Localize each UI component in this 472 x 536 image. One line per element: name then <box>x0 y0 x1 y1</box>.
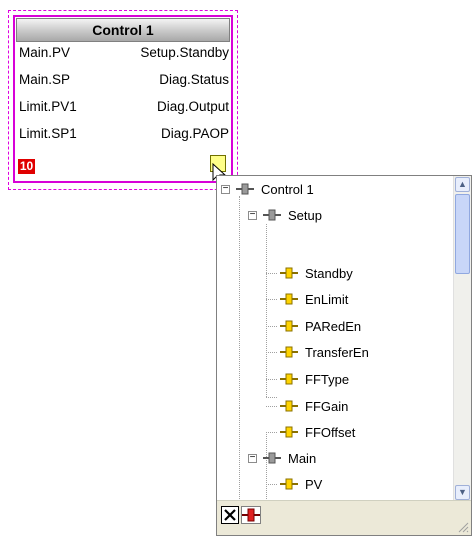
tree-label: Control 1 <box>261 181 314 197</box>
parameter-pin-icon <box>280 478 298 490</box>
resize-grip-icon[interactable] <box>457 521 469 533</box>
collapse-icon[interactable]: − <box>248 452 257 463</box>
function-block-control-1[interactable]: Control 1 Main.PV Main.SP Limit.PV1 Limi… <box>13 15 233 183</box>
tree-connector <box>239 196 240 408</box>
parameter-pin-icon <box>280 426 298 438</box>
block-icon <box>236 183 254 195</box>
disconnect-button[interactable] <box>241 506 261 524</box>
collapse-icon[interactable]: − <box>248 209 257 220</box>
scroll-thumb[interactable] <box>455 194 470 274</box>
tree-node-setup[interactable]: − Setup <box>248 205 322 225</box>
tree-label: PARedEn <box>305 318 362 334</box>
folder-block-icon <box>263 452 281 464</box>
tree-item-ffoffset[interactable]: FFOffset <box>279 422 355 442</box>
tree-item-transferen[interactable]: TransferEn <box>279 342 369 362</box>
tree-item-ffgain[interactable]: FFGain <box>279 396 348 416</box>
tree-label: Main <box>288 450 317 466</box>
disconnect-wire-icon <box>242 508 260 522</box>
scroll-up-button[interactable]: ▲ <box>455 177 470 192</box>
wire-limit-pv1[interactable]: Limit.PV1 <box>19 99 77 114</box>
parameter-pin-icon <box>280 267 298 279</box>
popup-toolbar <box>217 500 471 535</box>
scroll-down-button[interactable]: ▼ <box>455 485 470 500</box>
parameter-pin-icon <box>280 320 298 332</box>
parameter-tree-popup: − Control 1 − Setup Standby EnLimit PARe… <box>216 175 472 536</box>
tree-node-main[interactable]: − Main <box>248 448 316 468</box>
execution-order-badge: 10 <box>18 159 35 174</box>
wire-setup-standby[interactable]: Setup.Standby <box>140 45 229 60</box>
parameter-pin-icon <box>280 373 298 385</box>
tree-label: FFOffset <box>305 424 356 440</box>
wire-diag-output[interactable]: Diag.Output <box>157 99 229 114</box>
tree-connector <box>266 224 267 397</box>
tree-item-fftype[interactable]: FFType <box>279 369 349 389</box>
close-icon <box>224 509 236 521</box>
tree-vertical-scrollbar[interactable]: ▲ ▼ <box>453 176 471 501</box>
tree-item-enlimit[interactable]: EnLimit <box>279 289 348 309</box>
collapse-icon[interactable]: − <box>221 183 230 194</box>
wire-diag-paop[interactable]: Diag.PAOP <box>161 126 229 141</box>
close-button[interactable] <box>221 506 239 524</box>
tree-item-pv[interactable]: PV <box>279 474 322 494</box>
folder-block-icon <box>263 209 281 221</box>
tree-label: FFGain <box>305 398 349 414</box>
tree-label: Setup <box>288 207 322 223</box>
tree-label: TransferEn <box>305 344 369 360</box>
tree-label: Standby <box>305 265 353 281</box>
tree-label: EnLimit <box>305 291 349 307</box>
wire-diag-status[interactable]: Diag.Status <box>159 72 229 87</box>
tree-connector <box>239 408 240 501</box>
tree-label: PV <box>305 476 323 492</box>
parameter-tree[interactable]: − Control 1 − Setup Standby EnLimit PARe… <box>217 176 452 501</box>
block-title: Control 1 <box>16 18 230 42</box>
parameter-pin-icon <box>280 293 298 305</box>
tree-label: FFType <box>305 371 350 387</box>
tree-item-paredden[interactable]: PARedEn <box>279 316 361 336</box>
wire-main-pv[interactable]: Main.PV <box>19 45 70 60</box>
wire-main-sp[interactable]: Main.SP <box>19 72 70 87</box>
parameter-pin-icon <box>280 346 298 358</box>
wire-limit-sp1[interactable]: Limit.SP1 <box>19 126 77 141</box>
tree-node-control-1[interactable]: − Control 1 <box>221 179 314 199</box>
tree-item-standby[interactable]: Standby <box>279 263 353 283</box>
parameter-pin-icon <box>280 400 298 412</box>
